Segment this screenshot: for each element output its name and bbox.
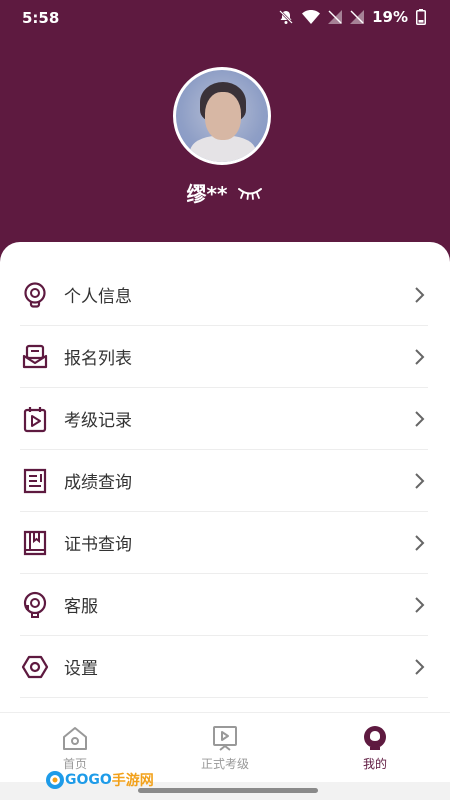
- menu-label: 报名列表: [64, 349, 132, 369]
- menu-label: 客服: [64, 597, 98, 617]
- chevron-right-icon: [415, 658, 425, 675]
- chevron-right-icon: [415, 348, 425, 365]
- menu-item-score-query[interactable]: 成绩查询: [20, 450, 428, 512]
- status-time: 5:58: [22, 9, 60, 27]
- tab-mine[interactable]: 我的: [300, 713, 450, 782]
- document-icon: [20, 466, 50, 496]
- watermark-text-b: 手游网: [111, 773, 154, 789]
- avatar-shirt: [190, 136, 256, 162]
- home-indicator[interactable]: [138, 788, 318, 793]
- video-play-icon: [213, 726, 237, 751]
- menu-label: 证书查询: [64, 535, 132, 555]
- wifi-icon: [302, 10, 321, 24]
- username: 缪**: [186, 182, 228, 206]
- hexagon-settings-icon: [20, 652, 50, 682]
- book-icon: [20, 528, 50, 558]
- headset-icon: [20, 590, 50, 620]
- menu-label: 个人信息: [64, 287, 132, 307]
- menu-item-profile-info[interactable]: 个人信息: [20, 264, 428, 326]
- chevron-right-icon: [415, 410, 425, 427]
- chevron-right-icon: [415, 534, 425, 551]
- battery-icon: [416, 9, 426, 25]
- menu-label: 设置: [64, 659, 98, 679]
- menu-item-registration-list[interactable]: 报名列表: [20, 326, 428, 388]
- menu-item-customer-service[interactable]: 客服: [20, 574, 428, 636]
- avatar[interactable]: [173, 67, 271, 165]
- chevron-right-icon: [415, 286, 425, 303]
- chevron-right-icon: [415, 472, 425, 489]
- menu-item-exam-records[interactable]: 考级记录: [20, 388, 428, 450]
- chevron-right-icon: [415, 596, 425, 613]
- status-icons: 19%: [278, 8, 426, 26]
- username-row: 缪**: [0, 178, 450, 207]
- menu-card: 个人信息 报名列表 考级记录 成绩查询 证书查询 客服 设置: [0, 242, 450, 712]
- menu-label: 成绩查询: [64, 473, 132, 493]
- eye-closed-icon[interactable]: [237, 186, 263, 200]
- watermark-logo: GOGO 手游网: [45, 770, 154, 790]
- tab-formal-exam-label: 正式考级: [200, 757, 249, 771]
- user-icon: [364, 726, 386, 750]
- mailbox-icon: [20, 342, 50, 372]
- avatar-face: [205, 92, 241, 140]
- signal-off-icon: [328, 10, 343, 24]
- menu-item-certificate-query[interactable]: 证书查询: [20, 512, 428, 574]
- status-bar: 5:58 19%: [0, 0, 450, 38]
- lightbulb-icon: [20, 280, 50, 310]
- battery-percent: 19%: [372, 8, 408, 26]
- watermark-emblem-icon: [46, 771, 64, 789]
- menu-item-settings[interactable]: 设置: [20, 636, 428, 698]
- tab-formal-exam[interactable]: 正式考级: [150, 713, 300, 782]
- watermark-text-a: GOGO: [65, 772, 112, 788]
- bell-off-icon: [279, 10, 293, 24]
- menu-label: 考级记录: [64, 411, 132, 431]
- signal-off-icon-2: [350, 10, 365, 24]
- tab-mine-label: 我的: [362, 757, 387, 771]
- calendar-play-icon: [20, 404, 50, 434]
- home-icon: [63, 727, 87, 750]
